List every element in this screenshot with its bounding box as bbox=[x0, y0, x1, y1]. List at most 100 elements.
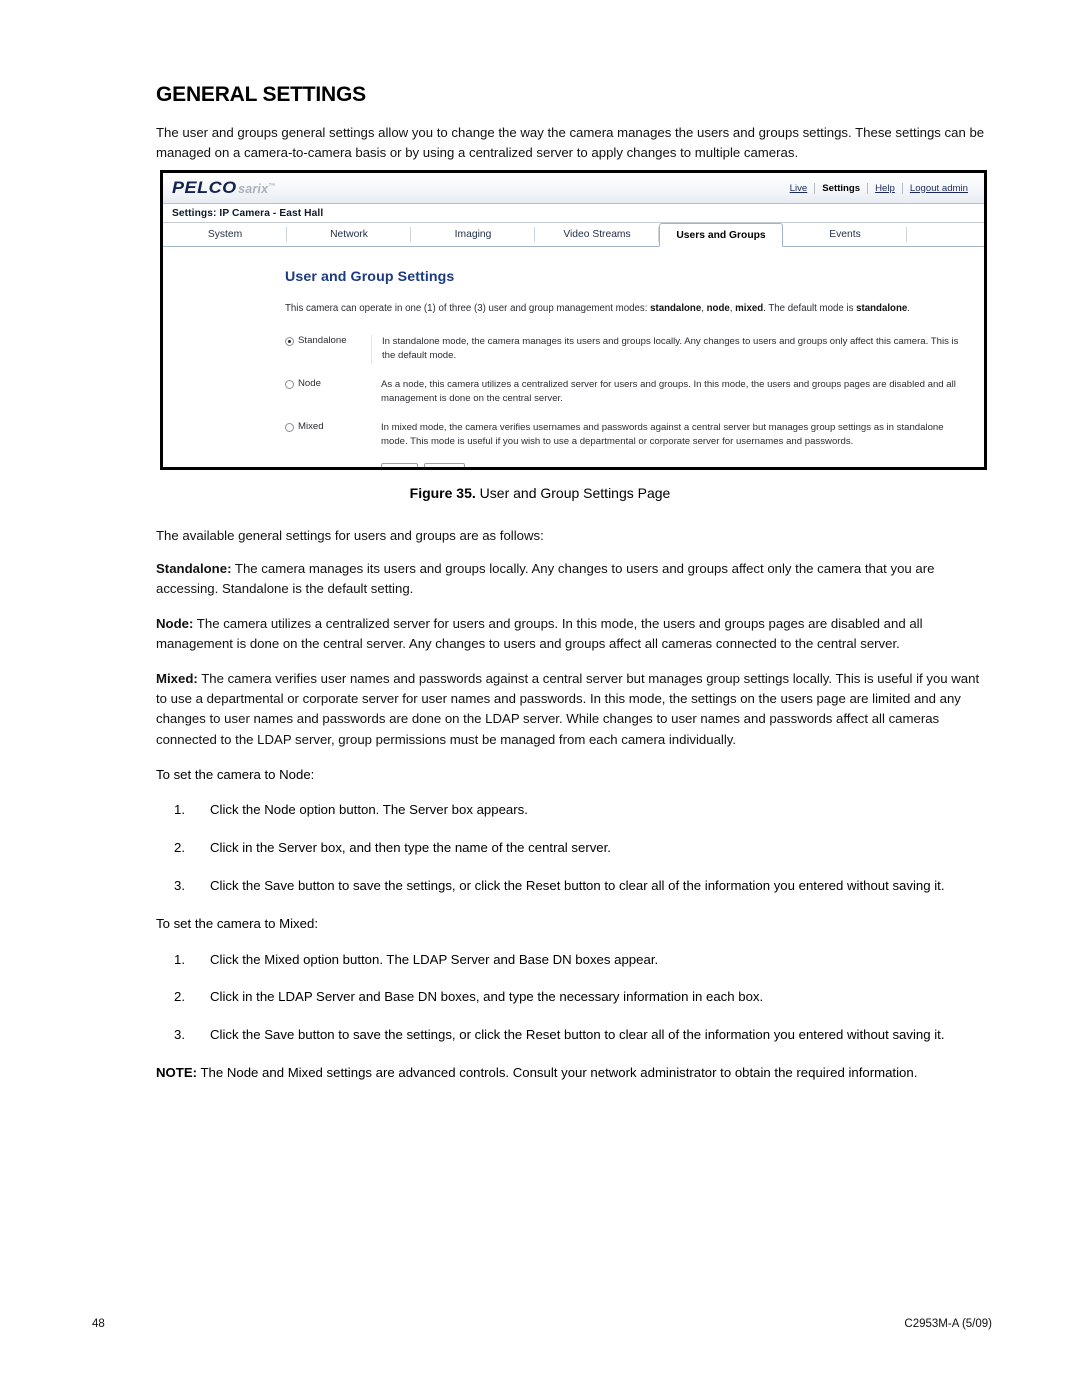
header-nav-links: Live Settings Help Logout admin bbox=[783, 182, 975, 194]
page-footer: 48 C2953M-A (5/09) bbox=[0, 1318, 1080, 1338]
tab-users-and-groups[interactable]: Users and Groups bbox=[659, 223, 783, 247]
desc-default-mode: standalone bbox=[856, 303, 908, 314]
note-text: The Node and Mixed settings are advanced… bbox=[197, 1064, 918, 1080]
radio-mixed-icon[interactable] bbox=[285, 422, 294, 432]
pelco-wordmark: PELCO bbox=[172, 178, 237, 197]
save-button[interactable]: Save bbox=[381, 463, 419, 467]
option-row-standalone[interactable]: Standalone In standalone mode, the camer… bbox=[285, 335, 968, 364]
option-control-mixed[interactable]: Mixed bbox=[285, 421, 371, 433]
radio-standalone-icon[interactable] bbox=[285, 337, 294, 347]
nav-link-logout[interactable]: Logout admin bbox=[903, 183, 975, 194]
settings-tab-bar: System Network Imaging Video Streams Use… bbox=[163, 223, 984, 247]
note-label: NOTE: bbox=[156, 1064, 198, 1080]
document-code: C2953M-A (5/09) bbox=[904, 1318, 992, 1330]
step-number: 2. bbox=[174, 840, 185, 856]
app-header: PELCO sarix™ Live Settings Help Logout a… bbox=[163, 173, 984, 204]
tab-network[interactable]: Network bbox=[287, 223, 411, 246]
option-description: In standalone mode, the camera manages i… bbox=[371, 335, 968, 364]
definition-term: Standalone: bbox=[156, 561, 232, 577]
list-item: 3. Click the Save button to save the sett… bbox=[156, 876, 990, 896]
option-label: Mixed bbox=[298, 420, 324, 432]
nav-link-help[interactable]: Help bbox=[868, 183, 902, 194]
option-row-node[interactable]: Node As a node, this camera utilizes a c… bbox=[285, 378, 968, 407]
brand-logo: PELCO sarix™ bbox=[172, 178, 275, 198]
list-item: 1. Click the Node option button. The Serv… bbox=[156, 800, 990, 820]
page-title: GENERAL SETTINGS bbox=[156, 83, 366, 106]
panel-actions: Save Reset bbox=[285, 463, 968, 467]
figure-screenshot: PELCO sarix™ Live Settings Help Logout a… bbox=[160, 170, 987, 470]
node-procedure-lead: To set the camera to Node: bbox=[156, 766, 315, 782]
desc-mode-standalone: standalone bbox=[650, 303, 702, 314]
mixed-procedure-lead: To set the camera to Mixed: bbox=[156, 915, 318, 931]
step-text: Click the Node option button. The Server… bbox=[210, 802, 528, 818]
figure-number: Figure 35. bbox=[409, 485, 476, 501]
sarix-wordmark: sarix™ bbox=[238, 182, 275, 196]
body-content: The available general settings for users… bbox=[156, 526, 990, 1083]
tab-imaging[interactable]: Imaging bbox=[411, 223, 535, 246]
tab-system[interactable]: System bbox=[163, 223, 287, 246]
trademark-icon: ™ bbox=[268, 182, 276, 190]
tab-label: Users and Groups bbox=[676, 229, 766, 241]
settings-panel: User and Group Settings This camera can … bbox=[163, 247, 984, 467]
option-control-standalone[interactable]: Standalone bbox=[285, 335, 371, 347]
available-settings-line: The available general settings for users… bbox=[156, 528, 544, 543]
tab-label: Video Streams bbox=[563, 229, 631, 240]
list-item: 2. Click in the LDAP Server and Base DN b… bbox=[156, 987, 990, 1007]
step-number: 3. bbox=[174, 1027, 185, 1043]
note-paragraph: NOTE: The Node and Mixed settings are ad… bbox=[156, 1063, 990, 1083]
definition-mixed: Mixed: The camera verifies user names an… bbox=[156, 669, 990, 749]
step-number: 1. bbox=[174, 802, 185, 818]
definition-text: The camera manages its users and groups … bbox=[156, 561, 935, 597]
step-number: 3. bbox=[174, 877, 185, 893]
option-control-node[interactable]: Node bbox=[285, 378, 371, 390]
step-text: Click the Save button to save the settin… bbox=[210, 877, 945, 893]
definition-text: The camera utilizes a centralized server… bbox=[156, 616, 923, 652]
list-item: 3. Click the Save button to save the sett… bbox=[156, 1025, 990, 1045]
tab-label: Network bbox=[330, 229, 368, 240]
sarix-text: sarix bbox=[238, 182, 269, 196]
settings-context-title: Settings: IP Camera - East Hall bbox=[172, 207, 324, 219]
tab-events[interactable]: Events bbox=[783, 223, 907, 246]
nav-link-settings[interactable]: Settings bbox=[815, 183, 867, 194]
desc-mode-node: node bbox=[706, 303, 730, 314]
document-page: GENERAL SETTINGS The user and groups gen… bbox=[0, 0, 1080, 1397]
tab-video-streams[interactable]: Video Streams bbox=[535, 223, 659, 246]
definition-node: Node: The camera utilizes a centralized … bbox=[156, 614, 990, 654]
tab-filler bbox=[907, 223, 984, 246]
step-text: Click the Save button to save the settin… bbox=[210, 1027, 945, 1043]
settings-context-bar: Settings: IP Camera - East Hall bbox=[163, 204, 984, 223]
definition-standalone: Standalone: The camera manages its users… bbox=[156, 559, 990, 599]
nav-link-live[interactable]: Live bbox=[783, 183, 815, 194]
node-procedure-steps: 1. Click the Node option button. The Serv… bbox=[156, 800, 990, 895]
page-number: 48 bbox=[92, 1318, 105, 1330]
step-text: Click in the Server box, and then type t… bbox=[210, 840, 611, 856]
step-number: 1. bbox=[174, 951, 185, 967]
figure-caption-text: User and Group Settings Page bbox=[479, 485, 671, 501]
list-item: 2. Click in the Server box, and then type… bbox=[156, 838, 990, 858]
figure-caption: Figure 35. User and Group Settings Page bbox=[0, 485, 1080, 501]
option-label: Node bbox=[298, 377, 321, 389]
desc-mode-mixed: mixed bbox=[735, 303, 764, 314]
mixed-procedure-steps: 1. Click the Mixed option button. The LDA… bbox=[156, 950, 990, 1045]
tab-label: Imaging bbox=[454, 229, 492, 240]
option-label: Standalone bbox=[298, 335, 347, 347]
list-item: 1. Click the Mixed option button. The LDA… bbox=[156, 950, 990, 970]
option-description: In mixed mode, the camera verifies usern… bbox=[381, 421, 944, 447]
radio-node-icon[interactable] bbox=[285, 379, 294, 389]
desc-pre: This camera can operate in one (1) of th… bbox=[285, 303, 651, 314]
option-description: As a node, this camera utilizes a centra… bbox=[381, 378, 956, 405]
definition-term: Mixed: bbox=[156, 671, 198, 687]
panel-content: User and Group Settings This camera can … bbox=[163, 269, 984, 467]
tab-label: System bbox=[207, 229, 243, 240]
step-number: 2. bbox=[174, 989, 185, 1005]
intro-block: GENERAL SETTINGS The user and groups gen… bbox=[156, 83, 990, 178]
desc-end: . bbox=[907, 303, 910, 314]
definition-term: Node: bbox=[156, 616, 194, 632]
reset-button[interactable]: Reset bbox=[424, 463, 465, 467]
option-row-mixed[interactable]: Mixed In mixed mode, the camera verifies… bbox=[285, 421, 968, 450]
intro-paragraph: The user and groups general settings all… bbox=[156, 125, 985, 161]
panel-description: This camera can operate in one (1) of th… bbox=[285, 301, 945, 316]
desc-post: . The default mode is bbox=[763, 303, 857, 314]
step-text: Click in the LDAP Server and Base DN box… bbox=[210, 989, 764, 1005]
step-text: Click the Mixed option button. The LDAP … bbox=[210, 951, 659, 967]
